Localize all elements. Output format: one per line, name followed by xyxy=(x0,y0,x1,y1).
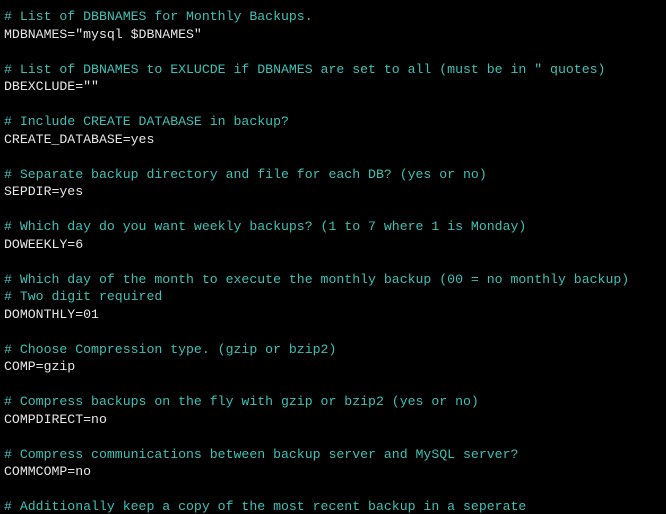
config-line: MDBNAMES="mysql $DBNAMES" xyxy=(4,27,202,42)
config-line: DOWEEKLY=6 xyxy=(4,237,83,252)
comment-line: # Compress communications between backup… xyxy=(4,447,518,462)
comment-line: # Additionally keep a copy of the most r… xyxy=(4,499,526,514)
comment-line: # Choose Compression type. (gzip or bzip… xyxy=(4,342,336,357)
comment-line: # Include CREATE DATABASE in backup? xyxy=(4,114,289,129)
config-line: COMMCOMP=no xyxy=(4,464,91,479)
config-line: DOMONTHLY=01 xyxy=(4,307,99,322)
comment-line: # Compress backups on the fly with gzip … xyxy=(4,394,479,409)
comment-line: # List of DBBNAMES for Monthly Backups. xyxy=(4,9,313,24)
comment-line: # Which day of the month to execute the … xyxy=(4,272,629,287)
comment-line: # Which day do you want weekly backups? … xyxy=(4,219,526,234)
config-line: COMP=gzip xyxy=(4,359,75,374)
config-line: CREATE_DATABASE=yes xyxy=(4,132,154,147)
comment-line: # Separate backup directory and file for… xyxy=(4,167,487,182)
comment-line: # Two digit required xyxy=(4,289,162,304)
config-line: SEPDIR=yes xyxy=(4,184,83,199)
config-line: COMPDIRECT=no xyxy=(4,412,107,427)
config-line: DBEXCLUDE="" xyxy=(4,79,99,94)
config-file-contents: # List of DBBNAMES for Monthly Backups. … xyxy=(4,8,662,514)
comment-line: # List of DBNAMES to EXLUCDE if DBNAMES … xyxy=(4,62,605,77)
